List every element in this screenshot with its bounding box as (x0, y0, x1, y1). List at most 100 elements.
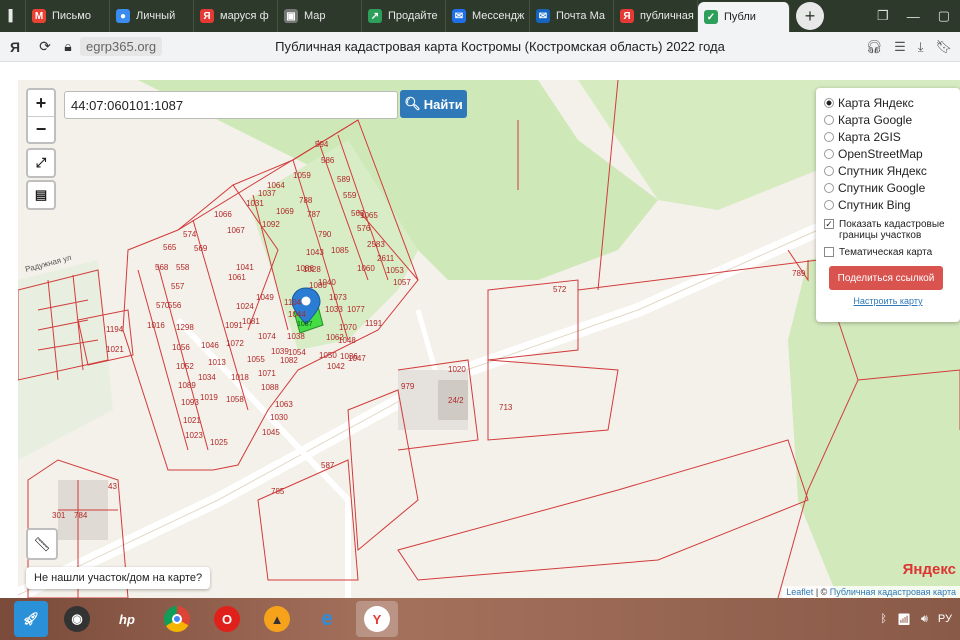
lock-icon[interactable]: 🔒︎ (60, 38, 76, 55)
parcel-label[interactable]: 576 (357, 224, 371, 233)
browser-tab[interactable]: ● Личный (110, 0, 194, 32)
parcel-label[interactable]: 1093 (181, 398, 199, 407)
parcel-label[interactable]: 1298 (176, 323, 194, 332)
chrome-app-icon[interactable] (156, 601, 198, 637)
bookmark-icon[interactable]: 🔖︎ (935, 39, 952, 55)
parcel-label[interactable]: 1069 (276, 207, 294, 216)
parcel-label[interactable]: 1071 (258, 369, 276, 378)
parcel-label[interactable]: 1030 (270, 413, 288, 422)
layer-option[interactable]: OpenStreetMap (824, 145, 952, 162)
parcel-label[interactable]: 1082 (280, 356, 298, 365)
parcel-label[interactable]: 1060 (357, 264, 375, 273)
parcel-label[interactable]: 1039 (271, 347, 289, 356)
selected-parcel-label[interactable]: 1087 (297, 321, 313, 328)
parcel-label[interactable]: 556 (168, 301, 182, 310)
parcel-label[interactable]: 790 (318, 230, 332, 239)
parcel-label[interactable]: 1023 (185, 431, 203, 440)
parcel-label[interactable]: 1024 (236, 302, 254, 311)
parcel-label[interactable]: 594 (315, 140, 329, 149)
parcel-label[interactable]: 1074 (258, 332, 276, 341)
parcel-label[interactable]: 1059 (293, 171, 311, 180)
parcel-label[interactable]: 1013 (208, 358, 226, 367)
not-found-button[interactable]: Не нашли участок/дом на карте? (26, 567, 211, 589)
browser-tab[interactable]: ▣ Мар (278, 0, 362, 32)
parcel-label[interactable]: 574 (183, 230, 197, 239)
zoom-in-button[interactable]: + (28, 90, 54, 116)
find-button[interactable]: 🔍︎ Найти (400, 90, 467, 118)
avast-app-icon[interactable]: ▲ (256, 601, 298, 637)
parcel-label[interactable]: 24/2 (448, 396, 464, 405)
layer-option[interactable]: Спутник Bing (824, 196, 952, 213)
yandex-browser-app-icon[interactable]: Y (356, 601, 398, 637)
layer-option[interactable]: Карта Google (824, 111, 952, 128)
setup-map-link[interactable]: Настроить карту (824, 296, 952, 306)
reader-icon[interactable]: ☰ (894, 39, 906, 55)
volume-icon[interactable]: 🔊︎ (921, 613, 928, 626)
parcel-label[interactable]: 1048 (338, 336, 356, 345)
parcel-label[interactable]: 572 (553, 285, 567, 294)
cadastral-map[interactable]: 594 586 589 559 563 576 2583 2611 1053 1057 1059 10… (18, 80, 960, 598)
parcel-label[interactable]: 558 (176, 263, 190, 272)
parcel-label[interactable]: 1063 (275, 400, 293, 409)
parcel-label[interactable]: 1057 (393, 278, 411, 287)
layer-option[interactable]: Карта 2GIS (824, 128, 952, 145)
parcel-label[interactable]: 1038 (287, 332, 305, 341)
network-icon[interactable]: 📶︎ (897, 613, 911, 626)
parcel-label[interactable]: 1054 (288, 348, 306, 357)
parcel-label[interactable]: 1019 (200, 393, 218, 402)
parcel-label[interactable]: 1089 (178, 381, 196, 390)
yandex-menu-icon[interactable]: Я (0, 39, 30, 55)
parcel-label[interactable]: 1040 (318, 278, 336, 287)
parcel-label[interactable]: 565 (163, 243, 177, 252)
radio-button[interactable] (824, 165, 834, 176)
url-domain[interactable]: egrp365.org (80, 37, 163, 56)
parcel-label[interactable]: 1070 (339, 323, 357, 332)
parcel-label[interactable]: 589 (337, 175, 351, 184)
parcel-label[interactable]: 1033 (325, 305, 343, 314)
parcel-label[interactable]: 587 (321, 461, 335, 470)
parcel-label[interactable]: 1025 (210, 438, 228, 447)
parcel-label[interactable]: 787 (307, 210, 321, 219)
parcel-label[interactable]: 1046 (201, 341, 219, 350)
browser-tab[interactable]: ✓ Публи (698, 2, 790, 32)
parcel-label[interactable]: 1042 (327, 362, 345, 371)
parcel-label[interactable]: 1055 (247, 355, 265, 364)
collections-icon[interactable]: ❐ (877, 8, 889, 24)
parcel-label[interactable]: 557 (171, 282, 185, 291)
radio-button[interactable] (824, 97, 834, 108)
layer-option[interactable]: Карта Яндекс (824, 94, 952, 111)
parcel-label[interactable]: 1050 (319, 351, 337, 360)
parcel-label[interactable]: 1020 (448, 365, 466, 374)
parcel-label[interactable]: 1052 (176, 362, 194, 371)
radio-button[interactable] (824, 114, 834, 125)
parcel-label[interactable]: 1031 (246, 199, 264, 208)
restore-icon[interactable]: ▢ (938, 8, 950, 24)
layer-option[interactable]: Спутник Яндекс (824, 162, 952, 179)
parcel-label[interactable]: 713 (499, 403, 513, 412)
cadastral-search-input[interactable]: 44:07:060101:1087 (64, 91, 398, 119)
browser-tab[interactable]: Япубличная (614, 0, 698, 32)
parcel-label[interactable]: 559 (343, 191, 357, 200)
reload-icon[interactable]: ⟳ (30, 38, 60, 55)
browser-tab[interactable]: ✉ Мессендж (446, 0, 530, 32)
share-link-button[interactable]: Поделиться ссылкой (829, 266, 943, 290)
radio-button[interactable] (824, 199, 834, 210)
radio-button[interactable] (824, 182, 834, 193)
parcel-label[interactable]: 1073 (329, 293, 347, 302)
language-indicator[interactable]: РУ (938, 613, 952, 625)
parcel-label[interactable]: 1061 (228, 273, 246, 282)
parcel-label[interactable]: 785 (271, 487, 285, 496)
headphones-icon[interactable]: 🎧︎ (866, 39, 883, 55)
parcel-label[interactable]: 1028 (303, 265, 321, 274)
parcel-label[interactable]: 1044 (288, 310, 306, 319)
rocket-app-icon[interactable]: 🚀︎ (14, 601, 48, 637)
parcel-label[interactable]: 1049 (256, 293, 274, 302)
parcel-label[interactable]: 979 (401, 382, 415, 391)
parcel-label[interactable]: 1058 (226, 395, 244, 404)
parcel-label[interactable]: 1043 (306, 248, 324, 257)
browser-tab[interactable]: ↗ Продайте (362, 0, 446, 32)
browser-tab[interactable]: ✉ Почта Ма (530, 0, 614, 32)
layer-option[interactable]: Спутник Google (824, 179, 952, 196)
parcel-label[interactable]: 1066 (214, 210, 232, 219)
parcel-label[interactable]: 1021 (106, 345, 124, 354)
